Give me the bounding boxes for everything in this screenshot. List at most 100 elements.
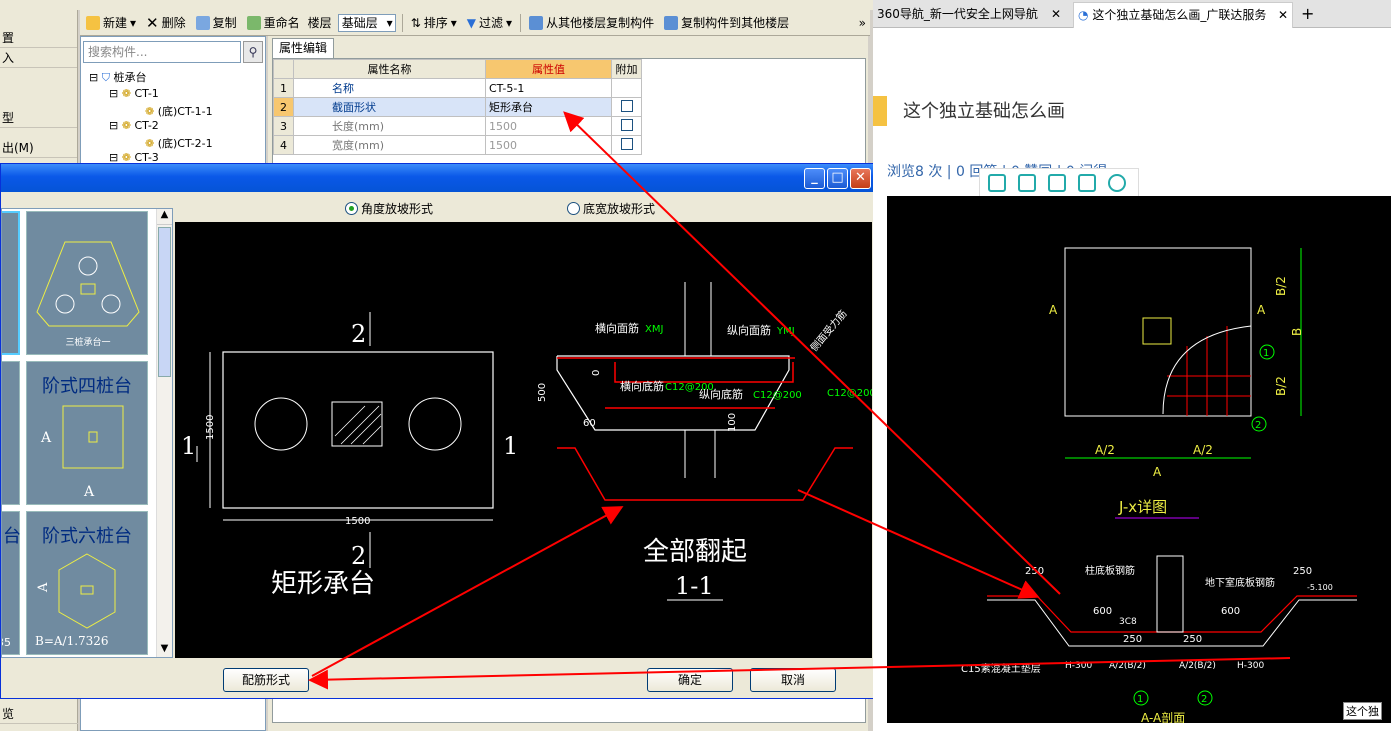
pile-cap-icon: ⛉	[101, 71, 110, 84]
browser-window: 360导航_新一代安全上网导航 ✕ ◔ 这个独立基础怎么画_广联达服务 ✕ + 这个…	[873, 0, 1391, 731]
tree-item-ct2-1[interactable]: ❁ (底)CT-2-1	[145, 135, 213, 151]
fullscreen-icon[interactable]	[1018, 174, 1036, 192]
property-extra[interactable]	[611, 97, 642, 117]
tab-property-edit[interactable]: 属性编辑	[272, 38, 335, 58]
property-value[interactable]: CT-5-1	[485, 78, 612, 98]
left-item-1[interactable]: 置	[0, 28, 77, 48]
collapse-icon: ⊟	[109, 119, 119, 132]
scrollbar-thumb[interactable]	[158, 227, 171, 377]
search-input[interactable]: 搜索构件...	[83, 41, 241, 63]
rebar-form-button[interactable]: 配筋形式	[223, 668, 309, 692]
side-rebar-label: 侧面受力筋	[807, 307, 849, 354]
property-name: 截面形状	[293, 97, 486, 117]
floor-select[interactable]: 基础层 ▾	[337, 13, 396, 32]
scroll-down-icon[interactable]: ▼	[157, 643, 172, 657]
filter-button[interactable]: ▼ 过滤 ▾	[465, 14, 514, 31]
code-side: C12@200	[827, 388, 872, 399]
shape-thumb-selected[interactable]	[2, 211, 20, 355]
question-title: 这个独立基础怎么画	[903, 101, 1065, 122]
extra-checkbox[interactable]	[620, 99, 633, 112]
rename-button[interactable]: 重命名	[245, 14, 302, 31]
property-value[interactable]: 1500	[485, 116, 612, 136]
new-button[interactable]: 新建 ▾	[84, 14, 138, 31]
table-row[interactable]: 3 长度(mm) 1500	[273, 116, 642, 136]
close-button[interactable]: ✕	[850, 168, 871, 189]
pile-left	[254, 397, 308, 451]
gear-icon[interactable]	[1108, 174, 1126, 192]
close-icon[interactable]: ✕	[1051, 2, 1061, 26]
close-icon[interactable]: ✕	[1277, 3, 1288, 27]
thumb-label: 35	[2, 636, 11, 649]
tree-item-ct1[interactable]: ⊟ ❁ CT-1	[109, 87, 159, 100]
property-extra	[611, 78, 642, 98]
side-mark-right: 1	[503, 432, 518, 460]
tree-root[interactable]: ⊟ ⛉ 桩承台	[89, 69, 146, 85]
copy-from-floor-button[interactable]: 从其他楼层复制构件	[527, 14, 656, 31]
extra-checkbox[interactable]	[620, 118, 633, 131]
label-top-x: 横向面筋	[595, 321, 639, 335]
shape-thumb-partial-2[interactable]: 台 35	[2, 511, 21, 655]
left-item-2[interactable]: 入	[0, 48, 77, 68]
new-tab-button[interactable]: +	[1297, 2, 1321, 28]
original-size-icon[interactable]	[988, 174, 1006, 192]
shape-thumb-partial[interactable]	[2, 361, 20, 505]
property-value[interactable]: 1500	[485, 135, 612, 155]
left-item-4[interactable]: 出(M)	[0, 138, 77, 158]
cancel-button[interactable]: 取消	[750, 668, 836, 692]
thumbnail-scrollbar[interactable]: ▲ ▼	[156, 209, 172, 657]
minimize-button[interactable]: _	[804, 168, 825, 189]
thumb-title: 阶式四桩台	[42, 376, 132, 397]
delete-button[interactable]: ✕ 删除	[144, 14, 188, 32]
shape-thumb-six-pile[interactable]: 阶式六桩台 A B=A/1.7326	[26, 511, 148, 655]
property-extra[interactable]	[611, 135, 642, 155]
label-top-y: 纵向面筋	[727, 323, 771, 337]
table-row[interactable]: 4 宽度(mm) 1500	[273, 135, 642, 155]
search-icon[interactable]: ⚲	[243, 41, 263, 63]
table-row[interactable]: 1 名称 CT-5-1	[273, 78, 642, 98]
tab-question[interactable]: ◔ 这个独立基础怎么画_广联达服务 ✕	[1073, 2, 1293, 28]
property-table: 属性名称 属性值 附加 1 名称 CT-5-1 2 截面形状 矩形承台 3 长度…	[273, 59, 642, 155]
radio-angle-slope[interactable]: 角度放坡形式	[345, 200, 433, 217]
shape-thumbnail-list: 三桩承台一 阶式四桩台 A A 台 35 阶式六桩台 A B=A/1.7326	[1, 208, 173, 658]
tree-item-ct1-1[interactable]: ❁ (底)CT-1-1	[145, 103, 213, 119]
dim-250-left: 250	[1025, 566, 1044, 577]
section-shape-dialog: _ □ ✕ 三桩承台一 阶式四桩台 A A 台 5 阶式六桩台 A B=A/1.…	[0, 163, 876, 699]
ok-button[interactable]: 确定	[647, 668, 733, 692]
left-item-5[interactable]: 览	[0, 704, 78, 724]
dialog-titlebar[interactable]: _ □ ✕	[1, 164, 874, 192]
toolbar-overflow-button[interactable]: »	[859, 16, 866, 30]
sort-button[interactable]: ⇅ 排序 ▾	[409, 14, 459, 31]
dim-60: 60	[583, 418, 596, 429]
tab-360-nav[interactable]: 360导航_新一代安全上网导航 ✕	[873, 2, 1069, 28]
dim-b: B	[1290, 328, 1304, 336]
question-image[interactable]: B/2 B B/2 A/2 A/2 A A A 1 2 J-x详图 250 25…	[887, 196, 1391, 725]
left-item-3[interactable]: 型	[0, 108, 77, 128]
copy-to-floor-button[interactable]: 复制构件到其他楼层	[662, 14, 791, 31]
scroll-up-icon[interactable]: ▲	[157, 209, 172, 225]
code-top-x: XMJ	[645, 324, 663, 335]
browser-tab-icon: ◔	[1078, 8, 1089, 22]
radio-bottom-slope[interactable]: 底宽放坡形式	[567, 200, 655, 217]
save-icon[interactable]	[1048, 174, 1066, 192]
property-value[interactable]: 矩形承台	[485, 97, 612, 117]
svg-text:A: A	[83, 484, 95, 500]
share-icon[interactable]	[1078, 174, 1096, 192]
dim-600-right: 600	[1221, 606, 1240, 617]
maximize-button[interactable]: □	[827, 168, 848, 189]
copy-button[interactable]: 复制	[194, 14, 239, 31]
toolbar-divider	[401, 13, 403, 32]
raised-rebar	[557, 447, 853, 501]
height-dimension: 1500	[205, 415, 216, 440]
table-row[interactable]: 2 截面形状 矩形承台	[273, 97, 642, 117]
dim-250-right: 250	[1293, 566, 1312, 577]
shape-thumb-three-pile[interactable]: 三桩承台一	[26, 211, 148, 355]
label-basement-bar: 地下室底板钢筋	[1205, 576, 1275, 589]
shape-thumb-four-pile[interactable]: 阶式四桩台 A A	[26, 361, 148, 505]
property-extra[interactable]	[611, 116, 642, 136]
copy-icon	[195, 15, 210, 30]
circle-2: 2	[1255, 420, 1261, 431]
elevation-label: -5.100	[1307, 583, 1333, 592]
dim-h300-right: H-300	[1237, 661, 1264, 671]
extra-checkbox[interactable]	[620, 137, 633, 150]
tree-item-ct2[interactable]: ⊟ ❁ CT-2	[109, 119, 159, 132]
